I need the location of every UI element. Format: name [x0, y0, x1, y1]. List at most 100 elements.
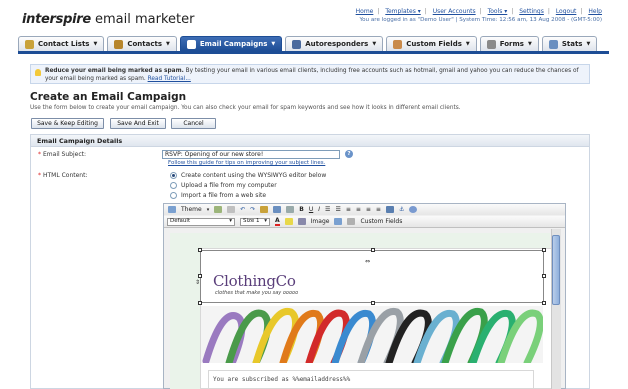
size-select[interactable]: Size 1 ▾	[240, 217, 270, 226]
link-templates[interactable]: Templates ▾	[385, 8, 420, 15]
resize-handle[interactable]	[371, 301, 375, 305]
radio-import[interactable]	[170, 192, 177, 199]
app-logo: interspire email marketer	[22, 12, 195, 27]
paperclips-image[interactable]	[201, 306, 543, 363]
page-title: Create an Email Campaign	[30, 91, 187, 103]
tab-custom-fields[interactable]: Custom Fields ▼	[386, 36, 477, 51]
spellcheck-icon[interactable]	[286, 206, 295, 213]
undo-icon[interactable]: ↶	[240, 206, 245, 213]
resize-handle[interactable]	[542, 248, 546, 252]
chevron-down-icon: ▾	[264, 218, 267, 224]
cancel-button[interactable]: Cancel	[171, 118, 216, 129]
radio-wysiwyg-label: Create content using the WYSIWYG editor …	[181, 172, 327, 179]
spam-tip-box: Reduce your email being marked as spam. …	[30, 64, 590, 84]
link-logout[interactable]: Logout	[556, 8, 577, 15]
image-icon	[297, 218, 306, 225]
read-tutorial-link[interactable]: Read Tutorial...	[148, 76, 191, 82]
link-icon[interactable]	[385, 206, 394, 213]
custom-fields-button[interactable]: Custom Fields	[360, 218, 402, 225]
top-links: Home | Templates ▾ | User Accounts | Tools …	[355, 8, 602, 15]
resize-handle[interactable]	[198, 274, 202, 278]
replace-icon[interactable]	[273, 206, 282, 213]
save-keep-editing-button[interactable]: Save & Keep Editing	[31, 118, 104, 129]
align-left-icon[interactable]: ≡	[346, 206, 351, 213]
subject-tips-link[interactable]: Follow this guide for tips on improving …	[168, 160, 325, 166]
lightbulb-icon	[35, 69, 41, 76]
resize-handle[interactable]	[542, 274, 546, 278]
source-icon[interactable]	[409, 206, 418, 213]
contacts-icon	[114, 39, 124, 49]
numbered-list-icon[interactable]: ☰	[325, 206, 330, 213]
stats-icon	[548, 39, 558, 49]
contact-lists-icon	[25, 39, 34, 49]
find-icon[interactable]	[260, 206, 269, 213]
font-color-icon[interactable]: A	[275, 217, 280, 226]
subscribed-notice: You are subscribed as %%emailaddress%%	[208, 370, 534, 389]
radio-upload[interactable]	[170, 182, 177, 189]
link-user-accounts[interactable]: User Accounts	[433, 8, 476, 15]
chevron-down-icon: ▼	[465, 41, 470, 47]
custom-fields-icon	[347, 218, 356, 225]
custom-fields-icon	[393, 39, 403, 49]
paste-icon[interactable]	[227, 206, 236, 213]
align-justify-icon[interactable]: ≡	[376, 206, 381, 213]
underline-icon[interactable]: U	[309, 206, 313, 213]
row-resize-icon[interactable]: ⇕	[195, 279, 200, 286]
redo-icon[interactable]: ↷	[250, 206, 255, 213]
forms-icon	[486, 39, 496, 49]
resize-handle[interactable]	[198, 248, 202, 252]
resize-handle[interactable]	[198, 301, 202, 305]
chevron-down-icon: ▼	[166, 41, 170, 47]
align-right-icon[interactable]: ≡	[366, 206, 371, 213]
scrollbar-thumb[interactable]	[552, 235, 560, 305]
user-status-line: You are logged in as "Demo User" | Syste…	[359, 17, 602, 23]
table-icon[interactable]	[334, 218, 343, 225]
chevron-down-icon: ▼	[527, 41, 532, 47]
email-subject-input[interactable]	[162, 150, 340, 159]
align-center-icon[interactable]: ≡	[356, 206, 361, 213]
tab-stats[interactable]: Stats ▼	[541, 36, 598, 51]
tab-autoresponders[interactable]: Autoresponders ▼	[285, 36, 384, 51]
theme-icon	[168, 206, 176, 213]
autoresponders-icon	[292, 39, 302, 49]
campaign-details-header: Email Campaign Details	[31, 135, 589, 147]
tab-contact-lists[interactable]: Contact Lists ▼	[18, 36, 105, 51]
bullet-list-icon[interactable]: ☰	[335, 206, 340, 213]
radio-import-label: Import a file from a web site	[181, 192, 267, 199]
editor-toolbar-2: Default ▾ Size 1 ▾ A Image Custom Fields	[164, 216, 565, 228]
chevron-down-icon: ▾	[229, 218, 232, 224]
highlight-icon[interactable]	[284, 218, 293, 225]
brand-tagline: clothes that make you say ooooo	[215, 290, 299, 296]
chevron-down-icon: ▼	[93, 41, 98, 47]
bold-icon[interactable]: B	[299, 206, 304, 213]
chevron-down-icon: ▼	[271, 41, 276, 47]
link-help[interactable]: Help	[588, 8, 602, 15]
maximize-icon[interactable]	[214, 206, 223, 213]
editor-toolbar-1: Theme ▾ ↶ ↷ B U I ☰ ☰ ≡ ≡ ≡ ≡ ⚓	[164, 204, 565, 215]
html-content-label: * HTML Content:	[38, 172, 88, 179]
anchor-icon[interactable]: ⚓	[399, 206, 404, 213]
resize-handle[interactable]	[542, 301, 546, 305]
chevron-down-icon: ▼	[586, 41, 591, 47]
tab-email-campaigns[interactable]: Email Campaigns ▼	[179, 36, 283, 51]
paperclips-graphic	[201, 306, 543, 363]
link-tools[interactable]: Tools ▾	[488, 8, 508, 15]
email-icon	[186, 39, 196, 49]
save-and-exit-button[interactable]: Save And Exit	[110, 118, 166, 129]
radio-upload-label: Upload a file from my computer	[181, 182, 277, 189]
insert-image-button[interactable]: Image	[311, 218, 330, 225]
column-resize-icon[interactable]: ⇔	[365, 258, 370, 265]
main-tabs: Contact Lists ▼ Contacts ▼ Email Campaigns…	[18, 36, 598, 51]
font-select[interactable]: Default ▾	[167, 217, 235, 226]
tab-forms[interactable]: Forms ▼	[479, 36, 539, 51]
italic-icon[interactable]: I	[318, 206, 320, 213]
chevron-down-icon: ▼	[372, 41, 377, 47]
resize-handle[interactable]	[371, 248, 375, 252]
theme-button[interactable]: Theme	[181, 206, 202, 213]
radio-wysiwyg[interactable]	[170, 172, 177, 179]
link-settings[interactable]: Settings	[519, 8, 544, 15]
subject-label: * Email Subject:	[38, 151, 87, 158]
tab-contacts[interactable]: Contacts ▼	[107, 36, 177, 51]
help-icon[interactable]: ?	[345, 150, 353, 158]
link-home[interactable]: Home	[356, 8, 374, 15]
